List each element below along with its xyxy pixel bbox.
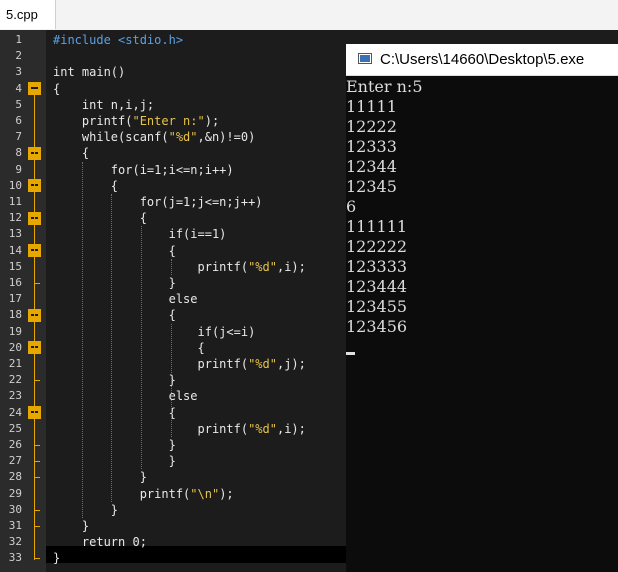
tab-bar: 5.cpp bbox=[0, 0, 618, 31]
code-line[interactable]: } bbox=[53, 469, 147, 485]
line-number: 15 bbox=[8, 259, 22, 273]
console-line: 122222 bbox=[346, 237, 408, 256]
code-line[interactable]: #include <stdio.h> bbox=[53, 32, 183, 48]
console-output: Enter n:5 11111 12222 12333 12344 12345 6 11111… bbox=[346, 77, 618, 355]
console-line: 6 bbox=[346, 197, 357, 216]
line-number: 29 bbox=[8, 486, 22, 500]
code-line[interactable]: { bbox=[53, 340, 204, 356]
indent-guide bbox=[111, 194, 112, 502]
line-number: 17 bbox=[8, 292, 22, 306]
line-number: 7 bbox=[15, 130, 22, 144]
line-number: 22 bbox=[8, 373, 22, 387]
code-line[interactable]: else bbox=[53, 291, 198, 307]
line-number: 23 bbox=[8, 389, 22, 403]
code-line[interactable]: for(j=1;j<=n;j++) bbox=[53, 194, 263, 210]
code-line[interactable]: for(i=1;i<=n;i++) bbox=[53, 162, 234, 178]
indent-guide bbox=[82, 161, 83, 518]
console-cursor bbox=[346, 352, 355, 355]
line-number: 27 bbox=[8, 454, 22, 468]
console-line: 111111 bbox=[346, 217, 408, 236]
line-number: 25 bbox=[8, 421, 22, 435]
code-line[interactable]: printf("%d",i); bbox=[53, 259, 305, 275]
code-line[interactable]: } bbox=[53, 437, 176, 453]
console-line: Enter n:5 bbox=[346, 77, 423, 96]
line-number: 19 bbox=[8, 324, 22, 338]
code-line[interactable]: } bbox=[53, 550, 60, 566]
line-number: 26 bbox=[8, 438, 22, 451]
line-number: 2 bbox=[15, 49, 22, 63]
line-number: 24 bbox=[8, 405, 22, 419]
console-title: C:\Users\14660\Desktop\5.exe bbox=[380, 51, 585, 68]
line-number: 14 bbox=[8, 243, 22, 257]
indent-guide bbox=[141, 226, 142, 470]
line-number: 4 bbox=[15, 81, 22, 95]
console-line: 123455 bbox=[346, 297, 408, 316]
code-line[interactable]: } bbox=[53, 502, 118, 518]
console-line: 12344 bbox=[346, 157, 397, 176]
line-number: 9 bbox=[15, 162, 22, 176]
line-number-gutter: 1 2 3 4 5 6 7 8 9 10 11 12 13 14 15 16 17 18 19 20 21 22 23 24 2… bbox=[0, 30, 46, 572]
line-number: 13 bbox=[8, 227, 22, 241]
code-line[interactable]: printf("\n"); bbox=[53, 486, 234, 502]
code-line[interactable]: } bbox=[53, 275, 176, 291]
line-number: 20 bbox=[8, 340, 22, 354]
console-line: 12333 bbox=[346, 137, 397, 156]
code-line[interactable]: return 0; bbox=[53, 534, 147, 550]
code-line[interactable]: } bbox=[53, 453, 176, 469]
fold-guide-line bbox=[34, 94, 35, 561]
code-line[interactable]: { bbox=[53, 405, 176, 421]
code-line[interactable]: int n,i,j; bbox=[53, 97, 154, 113]
code-line[interactable]: { bbox=[53, 243, 176, 259]
line-number: 3 bbox=[15, 65, 22, 79]
line-number: 31 bbox=[8, 519, 22, 532]
indent-guide bbox=[171, 258, 172, 275]
line-number: 12 bbox=[8, 211, 22, 225]
code-line[interactable]: printf("Enter n:"); bbox=[53, 113, 219, 129]
line-number: 8 bbox=[15, 146, 22, 160]
console-window[interactable]: C:\Users\14660\Desktop\5.exe Enter n:5 11… bbox=[346, 44, 618, 572]
code-line[interactable]: while(scanf("%d",&n)!=0) bbox=[53, 129, 255, 145]
line-number: 16 bbox=[8, 276, 22, 289]
tab-5cpp[interactable]: 5.cpp bbox=[0, 0, 56, 29]
code-line[interactable]: printf("%d",j); bbox=[53, 356, 305, 372]
code-line[interactable]: int main() bbox=[53, 64, 125, 80]
line-number: 32 bbox=[8, 535, 22, 549]
line-number: 21 bbox=[8, 357, 22, 370]
line-number: 11 bbox=[8, 195, 22, 208]
indent-guide bbox=[171, 323, 172, 437]
code-line[interactable]: if(j<=i) bbox=[53, 324, 255, 340]
code-line[interactable]: { bbox=[53, 81, 60, 97]
code-line[interactable]: { bbox=[53, 210, 147, 226]
line-number: 1 bbox=[15, 33, 22, 46]
console-app-icon bbox=[358, 53, 372, 64]
console-line: 123456 bbox=[346, 317, 408, 336]
code-line[interactable]: if(i==1) bbox=[53, 226, 227, 242]
code-line[interactable]: printf("%d",i); bbox=[53, 421, 305, 437]
line-number: 6 bbox=[15, 114, 22, 127]
line-number: 5 bbox=[15, 97, 22, 111]
code-line[interactable]: { bbox=[53, 145, 89, 161]
console-line: 123444 bbox=[346, 277, 408, 296]
code-line[interactable]: else bbox=[53, 388, 198, 404]
code-area[interactable]: #include <stdio.h> int main(){ int n,i,j;… bbox=[46, 30, 346, 572]
line-number: 28 bbox=[8, 470, 22, 484]
console-line: 123333 bbox=[346, 257, 408, 276]
console-line: 12345 bbox=[346, 177, 397, 196]
line-number: 33 bbox=[8, 551, 22, 565]
code-line[interactable]: { bbox=[53, 178, 118, 194]
line-number: 18 bbox=[8, 308, 22, 322]
fold-toggle-icon[interactable] bbox=[28, 82, 41, 96]
console-line: 12222 bbox=[346, 117, 397, 136]
line-number: 10 bbox=[8, 178, 22, 192]
code-line[interactable]: { bbox=[53, 307, 176, 323]
code-line[interactable]: } bbox=[53, 518, 89, 534]
console-title-bar[interactable]: C:\Users\14660\Desktop\5.exe bbox=[346, 44, 618, 76]
console-line: 11111 bbox=[346, 97, 397, 116]
line-number: 30 bbox=[8, 502, 22, 516]
code-line[interactable]: } bbox=[53, 372, 176, 388]
